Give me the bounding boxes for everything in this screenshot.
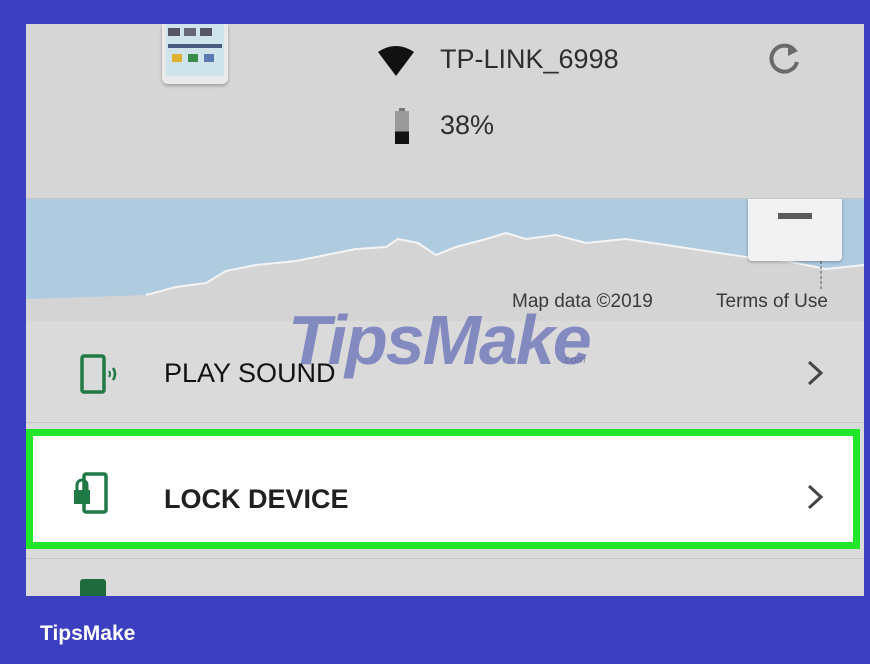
play-sound-row[interactable]: PLAY SOUND bbox=[26, 322, 864, 423]
footer-brand: TipsMake bbox=[40, 622, 136, 645]
device-status-panel: TP-LINK_6998 38% bbox=[26, 24, 864, 199]
battery-icon bbox=[394, 108, 410, 144]
refresh-icon[interactable] bbox=[764, 38, 804, 78]
terms-of-use-link[interactable]: Terms of Use bbox=[716, 291, 828, 313]
minus-icon bbox=[778, 213, 812, 219]
partial-menu-row[interactable] bbox=[26, 558, 864, 596]
map-zoom-out-button[interactable] bbox=[748, 199, 842, 261]
app-screen: TP-LINK_6998 38% Map data ©2019 Terms of… bbox=[26, 24, 864, 596]
lock-device-row[interactable]: LOCK DEVICE bbox=[26, 429, 860, 549]
wifi-network-name: TP-LINK_6998 bbox=[440, 44, 619, 74]
play-sound-label: PLAY SOUND bbox=[164, 358, 336, 388]
battery-level: 38% bbox=[440, 110, 495, 140]
phone-lock-icon bbox=[70, 472, 112, 519]
map-data-credit: Map data ©2019 bbox=[512, 291, 653, 312]
wifi-icon bbox=[378, 46, 414, 76]
chevron-right-icon bbox=[806, 358, 824, 388]
lock-device-label: LOCK DEVICE bbox=[164, 484, 349, 514]
phone-icon bbox=[80, 579, 106, 596]
device-thumbnail bbox=[162, 24, 228, 84]
chevron-right-icon bbox=[806, 482, 824, 512]
phone-sound-icon bbox=[80, 354, 130, 399]
watermark-suffix: .com bbox=[562, 354, 586, 366]
